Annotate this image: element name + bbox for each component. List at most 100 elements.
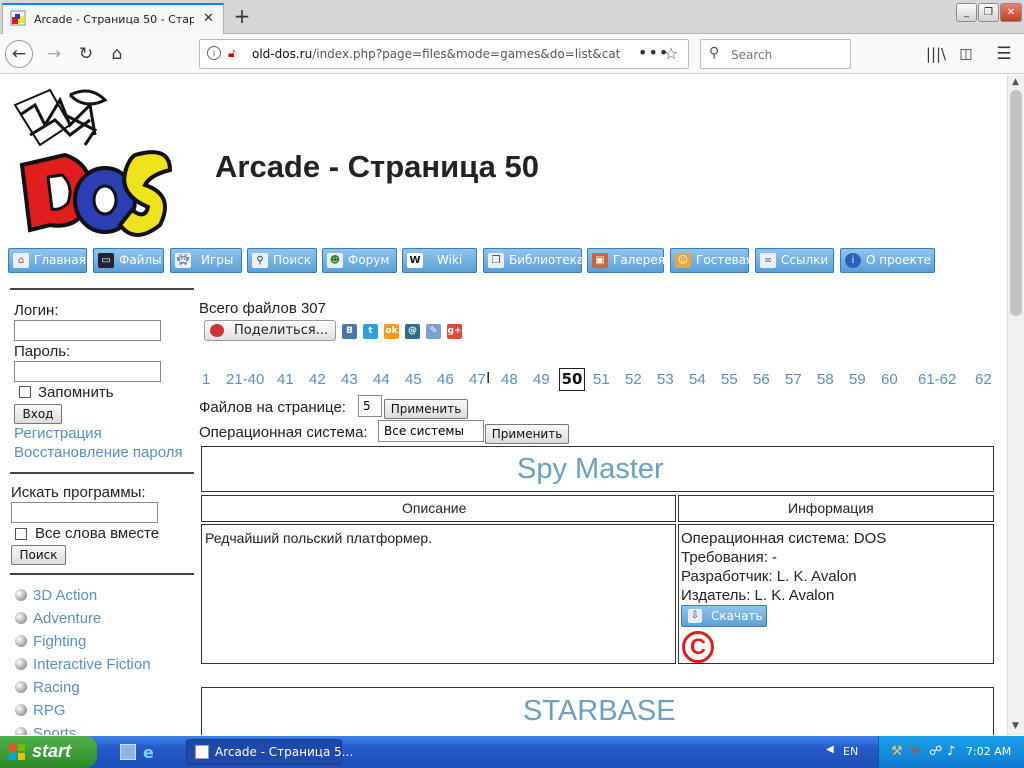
category-item[interactable]: Sports [33, 725, 76, 735]
download-button[interactable]: ⇩ Скачать [681, 605, 767, 627]
category-item[interactable]: Fighting [33, 633, 86, 650]
home-icon: ⌂ [13, 253, 29, 268]
scroll-down-icon[interactable]: ▼ [1012, 721, 1019, 731]
page-link[interactable]: 57 [785, 371, 802, 388]
page-link[interactable]: 55 [721, 371, 738, 388]
category-item[interactable]: RPG [33, 702, 66, 719]
page-link[interactable]: 59 [849, 371, 866, 388]
sidebar-toggle-icon[interactable]: ◫ [952, 40, 980, 68]
tray-expand-icon[interactable]: ◀ [826, 744, 834, 755]
category-item[interactable]: Adventure [33, 610, 101, 627]
remember-checkbox[interactable] [19, 386, 31, 398]
program-search-button[interactable]: Поиск [11, 545, 66, 565]
page-link[interactable]: 48 [501, 371, 518, 388]
page-link[interactable]: 61-62 [918, 371, 956, 388]
game-description: Редчайший польский платформер. [205, 530, 433, 546]
taskbar-window-item[interactable]: Arcade - Страница 5... [186, 739, 353, 765]
search-input[interactable]: ⚲ Search [700, 39, 851, 69]
page-link[interactable]: 53 [657, 371, 674, 388]
category-item[interactable]: Racing [33, 679, 80, 696]
page-link[interactable]: 54 [689, 371, 706, 388]
show-desktop-icon[interactable] [120, 744, 136, 760]
os-apply-button[interactable]: Применить [485, 424, 569, 444]
tab-close-icon[interactable]: ✕ [203, 11, 214, 26]
menu-item-home[interactable]: ⌂ Главная [8, 248, 87, 273]
menu-item-files[interactable]: ▭ Файлы [93, 248, 164, 273]
restore-password-link[interactable]: Восстановление пароля [14, 444, 183, 461]
home-icon[interactable]: ⌂ [103, 40, 131, 68]
menu-item-gallery[interactable]: ▣ Галерея [587, 248, 665, 273]
page-link[interactable]: 52 [625, 371, 642, 388]
menu-item-forum[interactable]: ☻ Форум [322, 248, 397, 273]
page-link[interactable]: 41 [277, 371, 294, 388]
reload-icon[interactable]: ↻ [72, 40, 100, 68]
mailru-share-icon[interactable]: @ [405, 324, 420, 339]
password-field[interactable] [14, 361, 161, 382]
all-words-checkbox[interactable] [15, 528, 27, 540]
login-field[interactable] [14, 320, 161, 341]
start-button[interactable]: start [0, 736, 97, 768]
menu-item-wiki[interactable]: W Wiki [402, 248, 477, 273]
url-text[interactable]: old-dos.ru/index.php?page=files&mode=gam… [252, 47, 624, 61]
new-tab-icon[interactable]: + [232, 4, 252, 28]
window-close-icon[interactable]: ✕ [1000, 3, 1022, 22]
game-title[interactable]: STARBASE [523, 695, 676, 728]
back-arrow-icon[interactable]: ← [5, 40, 33, 68]
twitter-share-icon[interactable]: t [363, 324, 378, 339]
page-link[interactable]: 42 [309, 371, 326, 388]
tray-network-icon[interactable]: ☍ [929, 744, 942, 759]
menu-hamburger-icon[interactable]: ☰ [990, 40, 1018, 68]
page-link[interactable]: 51 [593, 371, 610, 388]
tray-volume-icon[interactable]: ♪ [947, 744, 955, 759]
scroll-up-icon[interactable]: ▲ [1012, 77, 1019, 87]
menu-item-library[interactable]: ❐ Библиотека [483, 248, 584, 273]
per-page-input[interactable]: 5 [358, 395, 382, 417]
page-link[interactable]: 1 [202, 371, 210, 388]
menu-item-guestbook[interactable]: ☺ Гостевая [670, 248, 753, 273]
menu-item-search[interactable]: ⚲ Поиск [247, 248, 317, 273]
ie-quicklaunch-icon[interactable]: e [143, 743, 154, 762]
language-indicator[interactable]: EN [843, 745, 858, 758]
category-item[interactable]: Interactive Fiction [33, 656, 151, 673]
odnoklassniki-share-icon[interactable]: ok [384, 324, 399, 339]
menu-item-about[interactable]: i О проекте [840, 248, 935, 273]
forward-arrow-icon[interactable]: → [40, 40, 68, 68]
page-link[interactable]: 49 [533, 371, 550, 388]
category-item[interactable]: 3D Action [33, 587, 97, 604]
tray-app-icon[interactable]: ⚒ [891, 744, 903, 759]
os-filter-select[interactable]: Все системы [378, 420, 484, 442]
register-link[interactable]: Регистрация [14, 425, 102, 442]
bookmark-star-icon[interactable]: ☆ [664, 44, 678, 63]
page-link[interactable]: 47 [469, 371, 486, 388]
per-page-apply-button[interactable]: Применить [384, 399, 468, 419]
tray-shield-icon[interactable]: ⛨ [910, 744, 920, 759]
library-icon[interactable]: |||\ [922, 40, 950, 68]
livejournal-share-icon[interactable]: ✎ [426, 324, 441, 339]
menu-item-links[interactable]: ∞ Ссылки [755, 248, 834, 273]
page-link[interactable]: 44 [373, 371, 390, 388]
browser-tab[interactable]: Arcade - Страница 50 - Старый D ✕ [2, 3, 224, 34]
game-title[interactable]: Spy Master [517, 453, 664, 486]
page-link[interactable]: 58 [817, 371, 834, 388]
game-requirements: Требования: - [681, 549, 778, 566]
maximize-icon[interactable]: ❐ [978, 3, 999, 22]
insecure-lock-icon[interactable]: 🔓︎ [228, 46, 236, 61]
login-button[interactable]: Вход [14, 404, 62, 424]
vk-share-icon[interactable]: В [342, 324, 357, 339]
page-link[interactable]: 21-40 [226, 371, 264, 388]
scroll-thumb[interactable] [1010, 90, 1022, 316]
page-link[interactable]: 45 [405, 371, 422, 388]
site-info-icon[interactable]: i [207, 46, 221, 60]
page-link[interactable]: 43 [341, 371, 358, 388]
page-link[interactable]: 62 [975, 371, 992, 388]
page-link[interactable]: 60 [881, 371, 898, 388]
googleplus-share-icon[interactable]: g+ [447, 324, 462, 339]
share-button[interactable]: Поделиться... [204, 320, 336, 341]
program-search-input[interactable] [11, 502, 158, 523]
minimize-icon[interactable]: _ [956, 3, 977, 22]
url-bar[interactable]: i 🔓︎ old-dos.ru/index.php?page=files&mod… [199, 39, 689, 69]
page-link[interactable]: 56 [753, 371, 770, 388]
vertical-scrollbar[interactable]: ▲ ▼ [1007, 75, 1024, 735]
menu-item-games[interactable]: 👾︎ Игры [170, 248, 242, 273]
page-link[interactable]: 46 [437, 371, 454, 388]
